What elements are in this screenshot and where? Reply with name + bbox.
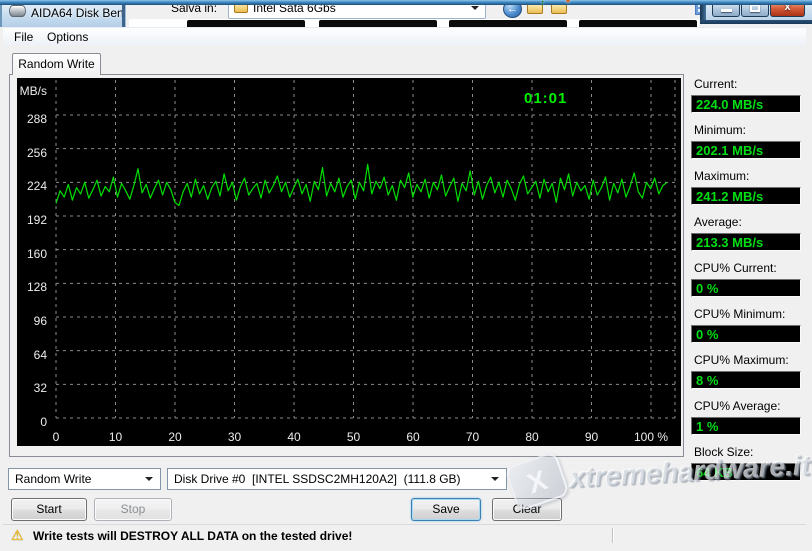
benchmark-chart: MB/s 288 256 224 192 160 128 96 64 32 0 0 10 20 30 40 50… <box>17 78 681 446</box>
status-bar: ⚠ Write tests will DESTROY ALL DATA on t… <box>3 524 806 546</box>
drive-select[interactable]: Disk Drive #0 [INTEL SSDSC2MH120A2] (111… <box>167 468 507 490</box>
stat-label-average: Average: <box>694 215 742 229</box>
chart-canvas <box>55 80 678 419</box>
stat-value-minimum: 202.1 MB/s <box>691 141 801 159</box>
elapsed-time: 01:01 <box>524 90 568 107</box>
maximize-icon <box>750 4 760 12</box>
axis-tick-label: 0 <box>40 415 47 429</box>
file-thumbnail[interactable] <box>579 20 697 27</box>
menu-bar: File Options <box>3 27 806 46</box>
stat-label-cpu-minimum: CPU% Minimum: <box>694 307 786 321</box>
disk-app-icon <box>9 5 26 17</box>
file-thumbnail[interactable] <box>319 20 437 27</box>
axis-tick-label: 50 <box>346 430 361 444</box>
stat-value-current: 224.0 MB/s <box>691 95 801 113</box>
stat-label-current: Current: <box>694 77 738 91</box>
folder-icon <box>551 1 567 14</box>
stat-label-block-size: Block Size: <box>694 445 754 459</box>
status-warning-text: Write tests will DESTROY ALL DATA on the… <box>33 529 353 543</box>
axis-tick-label: 256 <box>26 145 47 160</box>
stat-label-cpu-maximum: CPU% Maximum: <box>694 353 789 367</box>
axis-tick-label: 60 <box>406 430 420 444</box>
stat-value-block-size: 64 KB <box>691 463 801 481</box>
stats-panel: Current: 224.0 MB/s Minimum: 202.1 MB/s … <box>691 77 801 491</box>
axis-tick-label: 288 <box>26 112 47 126</box>
drive-select-value: Disk Drive #0 [INTEL SSDSC2MH120A2] (111… <box>174 472 461 486</box>
window-frame <box>0 0 812 5</box>
benchmark-line-series <box>55 163 668 207</box>
axis-tick-label: 10 <box>108 430 123 444</box>
axis-tick-label: 40 <box>287 430 301 444</box>
stat-label-maximum: Maximum: <box>694 169 750 183</box>
menu-options[interactable]: Options <box>47 30 88 44</box>
stat-value-cpu-minimum: 0 % <box>691 325 801 343</box>
axis-tick-label: 160 <box>26 246 47 261</box>
axis-tick-label: 70 <box>465 430 480 444</box>
aida64-disk-benchmark-window: AIDA64 Disk Bench Salva in: Intel Sata 6… <box>0 0 812 551</box>
stat-value-maximum: 241.2 MB/s <box>691 187 801 205</box>
chevron-down-icon <box>491 477 499 481</box>
window-frame-edge <box>700 20 812 24</box>
warning-icon: ⚠ <box>11 527 24 543</box>
axis-tick-label: 0 <box>52 430 60 444</box>
axis-tick-label: 90 <box>584 430 599 444</box>
chevron-down-icon <box>471 6 479 10</box>
axis-tick-label: 128 <box>26 280 47 295</box>
axis-tick-label: MB/s <box>19 84 47 98</box>
axis-tick-label: 20 <box>168 430 182 444</box>
axis-tick-label: 64 <box>33 347 47 362</box>
save-button[interactable]: Save <box>411 498 481 521</box>
stop-button[interactable]: Stop <box>94 498 172 521</box>
axis-tick-label: 192 <box>26 213 47 227</box>
status-separator <box>612 528 614 543</box>
axis-tick-label: 100 % <box>633 430 669 444</box>
window-title: AIDA64 Disk Bench <box>31 6 137 20</box>
stat-label-cpu-current: CPU% Current: <box>694 261 777 275</box>
minimize-icon <box>721 9 732 12</box>
axis-tick-label: 32 <box>33 381 47 396</box>
chevron-down-icon <box>145 477 153 481</box>
axis-tick-label: 224 <box>26 179 47 194</box>
test-type-value: Random Write <box>15 472 92 486</box>
stat-label-minimum: Minimum: <box>694 123 747 137</box>
file-thumbnail[interactable] <box>449 20 567 27</box>
test-type-select[interactable]: Random Write <box>8 468 161 490</box>
file-list <box>129 19 699 27</box>
stat-label-cpu-average: CPU% Average: <box>694 399 781 413</box>
menu-file[interactable]: File <box>14 30 33 44</box>
stat-value-cpu-current: 0 % <box>691 279 801 297</box>
axis-tick-label: 80 <box>525 430 539 444</box>
start-button[interactable]: Start <box>11 498 87 521</box>
up-arrow-icon: ↑ <box>540 0 545 9</box>
new-star-icon: * <box>565 0 570 9</box>
axis-tick-label: 96 <box>33 314 47 328</box>
clear-button[interactable]: Clear <box>492 498 562 521</box>
file-thumbnail[interactable] <box>187 20 305 27</box>
axis-tick-label: 30 <box>227 430 242 444</box>
stat-value-cpu-maximum: 8 % <box>691 371 801 389</box>
stat-value-cpu-average: 1 % <box>691 417 801 435</box>
stat-value-average: 213.3 MB/s <box>691 233 801 251</box>
tab-random-write[interactable]: Random Write <box>12 53 101 75</box>
